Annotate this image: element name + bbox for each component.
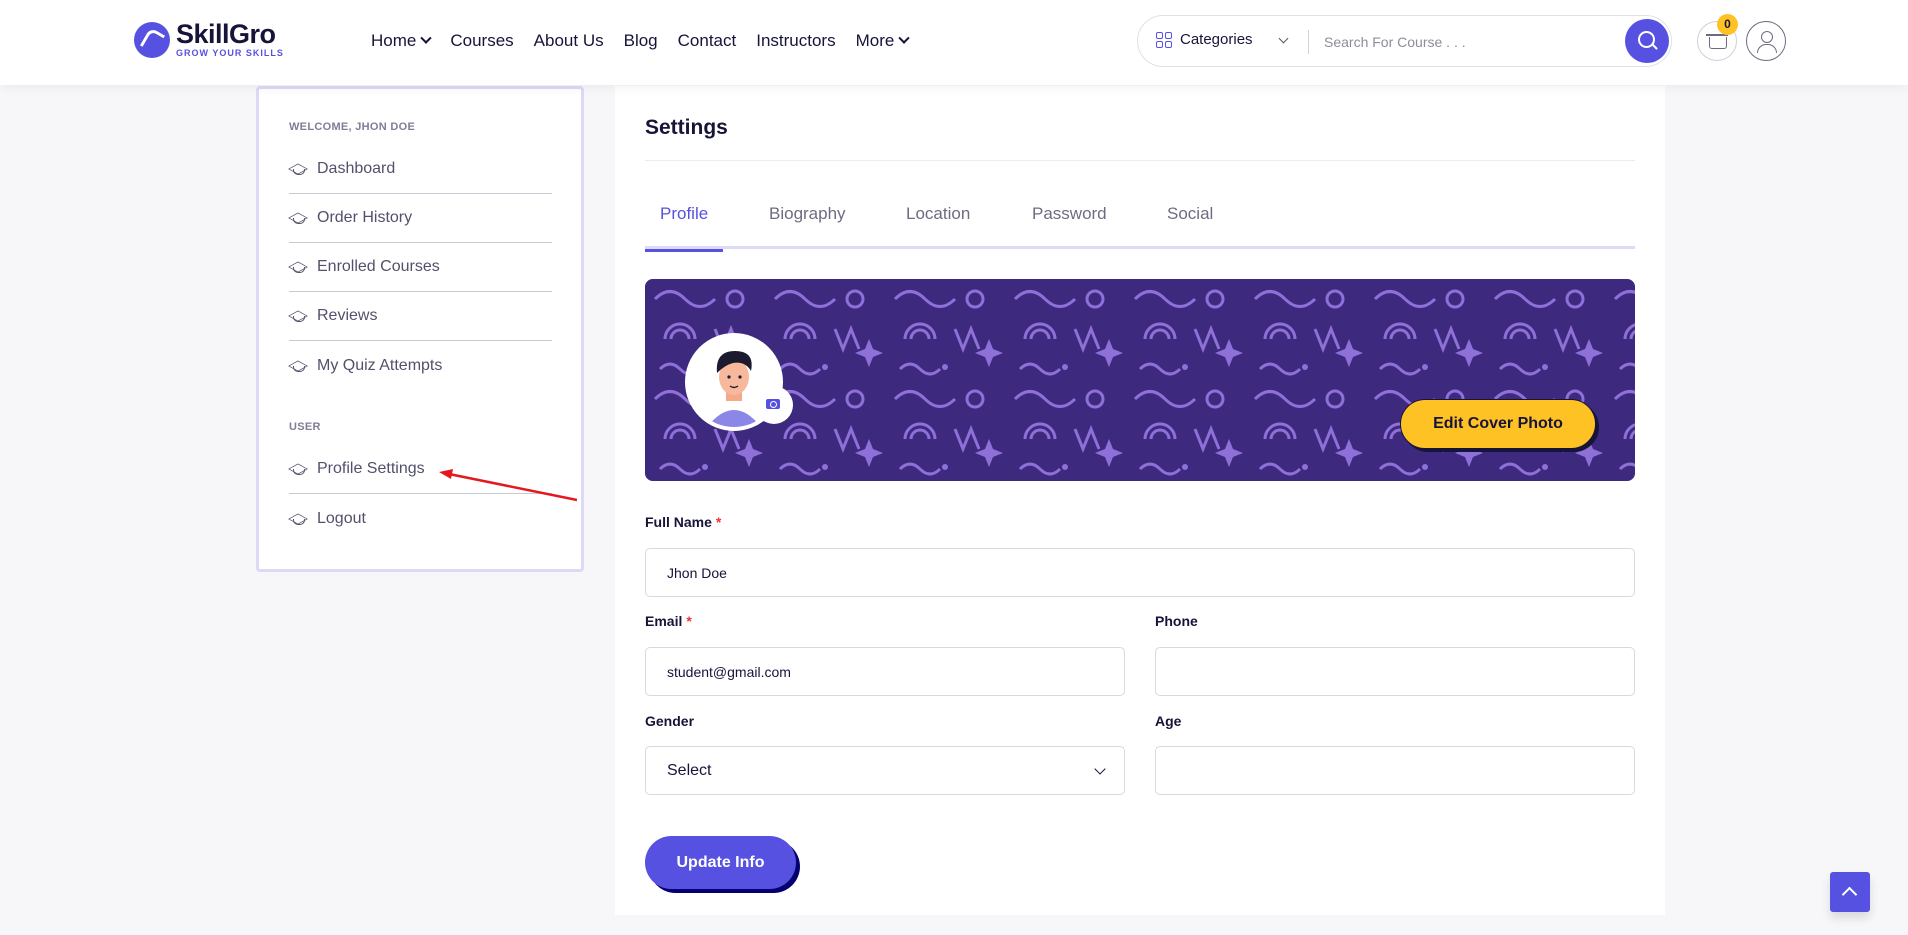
graduation-cap-icon <box>289 360 307 372</box>
search-input[interactable] <box>1324 26 1614 58</box>
tab-social[interactable]: Social <box>1167 204 1213 249</box>
logo-tagline: GROW YOUR SKILLS <box>176 48 284 58</box>
basket-icon <box>1706 34 1728 49</box>
chevron-down-icon <box>420 32 433 44</box>
grid-icon <box>1156 31 1172 48</box>
graduation-cap-icon <box>289 261 307 273</box>
edit-cover-photo-button[interactable]: Edit Cover Photo <box>1400 399 1596 449</box>
nav-about-us[interactable]: About Us <box>534 31 604 51</box>
sidebar-item-my-quiz-attempts[interactable]: My Quiz Attempts <box>289 341 552 390</box>
logo[interactable]: SkillGro GROW YOUR SKILLS <box>134 21 284 58</box>
user-account-button[interactable] <box>1746 21 1786 61</box>
graduation-cap-icon <box>289 163 307 175</box>
graduation-cap-icon <box>289 212 307 224</box>
nav-courses[interactable]: Courses <box>450 31 513 51</box>
nav-blog[interactable]: Blog <box>624 31 658 51</box>
scroll-to-top-button[interactable] <box>1830 872 1870 912</box>
cover-pattern <box>645 279 1635 481</box>
phone-label: Phone <box>1155 613 1198 629</box>
chevron-down-icon <box>1094 763 1106 775</box>
chevron-down-icon <box>1278 33 1289 44</box>
graduation-cap-icon <box>289 513 307 525</box>
settings-card: Settings Profile Biography Location Pass… <box>615 86 1665 915</box>
cart-count-badge: 0 <box>1717 14 1738 35</box>
divider <box>1308 30 1309 54</box>
categories-dropdown[interactable]: Categories <box>1156 31 1253 48</box>
graduation-cap-icon <box>289 463 307 475</box>
gender-select[interactable]: Select <box>645 746 1125 795</box>
nav-more[interactable]: More <box>856 31 910 51</box>
phone-field[interactable] <box>1155 647 1635 696</box>
tab-password[interactable]: Password <box>1032 204 1107 249</box>
graduation-cap-icon <box>289 310 307 322</box>
logo-name: SkillGro <box>176 19 276 49</box>
sidebar-item-dashboard[interactable]: Dashboard <box>289 145 552 194</box>
logo-icon <box>134 21 170 58</box>
gender-label: Gender <box>645 713 695 729</box>
nav-home[interactable]: Home <box>371 31 433 51</box>
tab-location[interactable]: Location <box>906 204 970 249</box>
nav-instructors[interactable]: Instructors <box>756 31 835 51</box>
search-button[interactable] <box>1625 19 1669 63</box>
user-section-heading: USER <box>289 421 321 433</box>
full-name-label: Full Name * <box>645 514 722 530</box>
page-title: Settings <box>645 116 728 139</box>
tab-biography[interactable]: Biography <box>769 204 846 249</box>
divider <box>645 160 1635 161</box>
main-nav: Home Courses About Us Blog Contact Instr… <box>371 31 928 51</box>
cart-button[interactable]: 0 <box>1697 14 1738 61</box>
sidebar-item-reviews[interactable]: Reviews <box>289 292 552 341</box>
camera-icon[interactable] <box>755 386 793 424</box>
sidebar-item-order-history[interactable]: Order History <box>289 194 552 243</box>
site-header: SkillGro GROW YOUR SKILLS Home Courses A… <box>0 0 1908 85</box>
tab-profile[interactable]: Profile <box>644 204 724 252</box>
email-label: Email * <box>645 613 692 629</box>
cover-photo: Edit Cover Photo <box>645 279 1635 481</box>
age-label: Age <box>1155 713 1182 729</box>
sidebar-item-enrolled-courses[interactable]: Enrolled Courses <box>289 243 552 292</box>
chevron-down-icon <box>898 32 910 44</box>
email-field[interactable] <box>645 647 1125 696</box>
welcome-heading: WELCOME, JHON DOE <box>289 121 416 133</box>
nav-contact[interactable]: Contact <box>678 31 737 51</box>
annotation-arrow <box>439 469 578 502</box>
update-info-button[interactable]: Update Info <box>645 836 796 889</box>
search-bar: Categories <box>1137 15 1672 67</box>
categories-label: Categories <box>1180 31 1253 48</box>
full-name-field[interactable] <box>645 548 1635 597</box>
settings-tabs: Profile Biography Location Password Soci… <box>644 204 1635 252</box>
age-field[interactable] <box>1155 746 1635 795</box>
